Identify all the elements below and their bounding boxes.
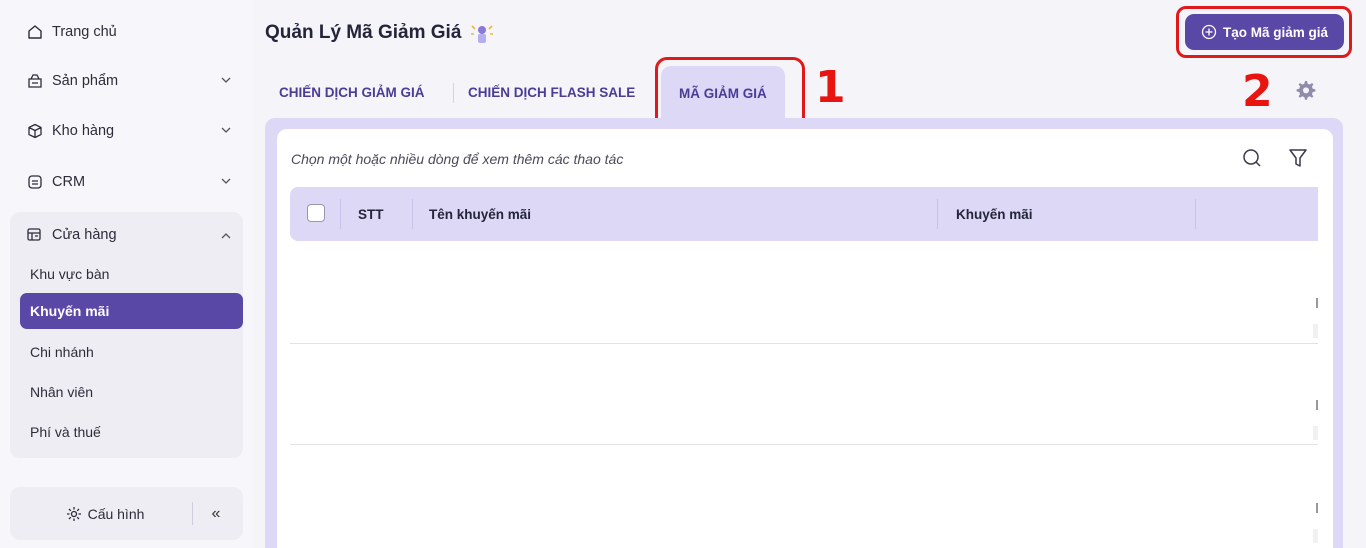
sidebar-item-crm[interactable]: CRM xyxy=(10,164,243,200)
chevron-down-icon xyxy=(219,174,233,188)
tab-discount-campaign[interactable]: CHIẾN DỊCH GIẢM GIÁ xyxy=(279,66,425,118)
sidebar-item-label: Trang chủ xyxy=(52,24,117,40)
sidebar-subitem-staff[interactable]: Nhân viên xyxy=(20,374,243,410)
sidebar-item-store[interactable]: Cửa hàng xyxy=(10,217,243,253)
settings-cog-icon xyxy=(66,506,82,522)
column-divider xyxy=(340,199,341,229)
product-icon xyxy=(26,72,44,90)
search-icon[interactable] xyxy=(1241,147,1263,169)
warehouse-icon xyxy=(26,122,44,140)
table-header: STT Tên khuyến mãi Khuyến mãi xyxy=(290,187,1318,241)
table-row-edge xyxy=(1313,324,1318,338)
config-button[interactable]: Cấu hình xyxy=(30,487,180,540)
chevron-down-icon xyxy=(219,123,233,137)
annotation-box-create-button xyxy=(1176,6,1352,58)
sidebar: Trang chủ Sản phẩm Kho hàng CRM Cửa hàng… xyxy=(0,0,254,548)
tab-divider xyxy=(453,83,454,103)
collapse-sidebar-button[interactable]: « xyxy=(203,501,229,527)
column-divider xyxy=(1195,199,1196,229)
annotation-number-1: 1 xyxy=(815,62,846,113)
crm-icon xyxy=(26,173,44,191)
store-icon xyxy=(26,226,44,244)
sidebar-subitem-table-area[interactable]: Khu vực bàn xyxy=(20,256,243,292)
sidebar-item-label: CRM xyxy=(52,174,86,190)
column-divider xyxy=(937,199,938,229)
table-row-edge xyxy=(1316,400,1318,410)
sidebar-subitem-promotions[interactable]: Khuyến mãi xyxy=(20,293,243,329)
select-all-checkbox[interactable] xyxy=(307,204,325,222)
table-row-edge xyxy=(1316,503,1318,513)
table-row-divider xyxy=(290,343,1318,344)
column-header-stt[interactable]: STT xyxy=(358,187,384,241)
column-header-promotion[interactable]: Khuyến mãi xyxy=(956,187,1033,241)
sidebar-group-store: Cửa hàng Khu vực bàn Khuyến mãi Chi nhán… xyxy=(10,212,243,458)
gear-icon[interactable] xyxy=(1294,79,1316,101)
sidebar-item-products[interactable]: Sản phẩm xyxy=(10,63,243,99)
sidebar-footer: Cấu hình « xyxy=(10,487,243,540)
table-row-edge xyxy=(1313,529,1318,543)
tab-flash-sale-campaign[interactable]: CHIẾN DỊCH FLASH SALE xyxy=(468,66,635,118)
divider xyxy=(192,502,193,525)
sidebar-item-home[interactable]: Trang chủ xyxy=(10,14,243,50)
sidebar-item-label: Cửa hàng xyxy=(52,227,117,243)
chevron-down-icon xyxy=(219,73,233,87)
sidebar-item-warehouse[interactable]: Kho hàng xyxy=(10,113,243,149)
selection-hint: Chọn một hoặc nhiều dòng để xem thêm các… xyxy=(291,151,624,167)
table-row-divider xyxy=(290,444,1318,445)
column-header-promotion-name[interactable]: Tên khuyến mãi xyxy=(429,187,531,241)
sidebar-subitem-fees-taxes[interactable]: Phí và thuế xyxy=(20,414,243,450)
promo-emoji-icon xyxy=(469,20,495,46)
filter-icon[interactable] xyxy=(1287,147,1309,169)
chevron-up-icon xyxy=(219,229,233,243)
home-icon xyxy=(26,23,44,41)
table-row-edge xyxy=(1313,426,1318,440)
column-divider xyxy=(412,199,413,229)
annotation-number-2: 2 xyxy=(1242,66,1273,117)
table-row-edge xyxy=(1316,298,1318,308)
sidebar-item-label: Kho hàng xyxy=(52,123,115,139)
sidebar-item-label: Sản phẩm xyxy=(52,73,119,89)
double-chevron-left-icon: « xyxy=(211,505,221,522)
page-title: Quản Lý Mã Giảm Giá xyxy=(265,20,495,46)
sidebar-subitem-branches[interactable]: Chi nhánh xyxy=(20,334,243,370)
